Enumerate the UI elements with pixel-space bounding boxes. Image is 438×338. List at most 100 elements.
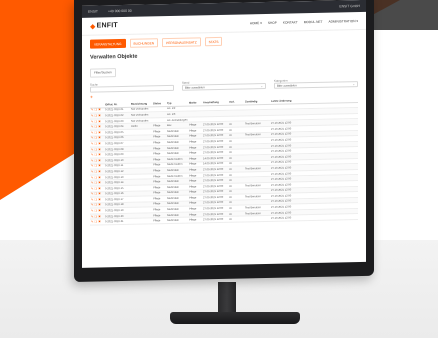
edit-icon[interactable]: ✎ xyxy=(91,109,94,112)
copy-icon[interactable]: ❐ xyxy=(95,181,98,184)
delete-icon[interactable]: ✖ xyxy=(98,215,101,218)
cell-anschaffung: 27.09.2021 12:00 xyxy=(203,212,224,216)
tab-stats[interactable]: STATS xyxy=(204,36,223,47)
col-header-marke[interactable]: Marke xyxy=(188,101,202,104)
edit-icon[interactable]: ✎ xyxy=(91,120,94,123)
edit-icon[interactable]: ✎ xyxy=(91,176,94,179)
nav-item-shop[interactable]: SHOP xyxy=(268,20,277,24)
edit-icon[interactable]: ✎ xyxy=(91,170,94,173)
delete-icon[interactable]: ✖ xyxy=(98,120,101,123)
logo[interactable]: ◆ ENFIT xyxy=(90,22,118,30)
delete-icon[interactable]: ✖ xyxy=(98,193,101,196)
col-header-zustaendig[interactable]: Zuständig xyxy=(244,100,270,104)
edit-icon[interactable]: ✎ xyxy=(91,154,94,157)
nav-item-kontakt[interactable]: KONTAKT xyxy=(283,20,298,24)
cell-status: Pflege xyxy=(153,202,161,206)
col-header-verf[interactable]: Verf. xyxy=(228,100,244,103)
row-actions: ✎ ❐ ✖ xyxy=(90,131,104,134)
cell-zustaendig: Test Benutzer xyxy=(245,194,261,199)
copy-icon[interactable]: ❐ xyxy=(95,109,98,112)
delete-icon[interactable]: ✖ xyxy=(98,187,101,190)
cell-verf: Ja xyxy=(229,122,232,126)
cell-id: 0-2021-0310-15 xyxy=(105,186,124,191)
copy-icon[interactable]: ❐ xyxy=(95,126,98,129)
cell-status: Pflege xyxy=(153,146,161,150)
copy-icon[interactable]: ❐ xyxy=(95,215,98,218)
cell-verf: Ja xyxy=(229,156,232,160)
delete-icon[interactable]: ✖ xyxy=(98,198,101,201)
copy-icon[interactable]: ❐ xyxy=(95,154,98,157)
delete-icon[interactable]: ✖ xyxy=(98,137,101,140)
copy-icon[interactable]: ❐ xyxy=(95,204,98,207)
cell-verf: Ja xyxy=(229,150,232,154)
edit-icon[interactable]: ✎ xyxy=(91,204,94,207)
edit-icon[interactable]: ✎ xyxy=(91,165,94,168)
copy-icon[interactable]: ❐ xyxy=(95,120,98,123)
cell-verf: Ja xyxy=(229,212,232,216)
edit-icon[interactable]: ✎ xyxy=(91,126,94,129)
col-header-letzte-aenderung[interactable]: Letzte Änderung xyxy=(270,99,294,103)
delete-icon[interactable]: ✖ xyxy=(98,159,101,162)
delete-icon[interactable]: ✖ xyxy=(98,209,101,212)
col-header-bezeichnung[interactable]: Bezeichnung xyxy=(130,102,152,105)
delete-icon[interactable]: ✖ xyxy=(98,176,101,179)
filter-search-button[interactable]: Filter/Suchen xyxy=(90,67,116,78)
edit-icon[interactable]: ✎ xyxy=(91,131,94,134)
copy-icon[interactable]: ❐ xyxy=(95,165,98,168)
edit-icon[interactable]: ✎ xyxy=(91,193,94,196)
copy-icon[interactable]: ❐ xyxy=(95,159,98,162)
copy-icon[interactable]: ❐ xyxy=(95,198,98,201)
col-header-typ[interactable]: Typ xyxy=(166,101,188,105)
edit-icon[interactable]: ✎ xyxy=(91,209,94,212)
delete-icon[interactable]: ✖ xyxy=(98,221,101,224)
edit-icon[interactable]: ✎ xyxy=(91,142,94,145)
edit-icon[interactable]: ✎ xyxy=(91,198,94,201)
edit-icon[interactable]: ✎ xyxy=(91,137,94,140)
delete-icon[interactable]: ✖ xyxy=(98,154,101,157)
copy-icon[interactable]: ❐ xyxy=(95,114,98,117)
copy-icon[interactable]: ❐ xyxy=(95,137,98,140)
copy-icon[interactable]: ❐ xyxy=(95,131,98,134)
delete-icon[interactable]: ✖ xyxy=(98,170,101,173)
copy-icon[interactable]: ❐ xyxy=(95,148,98,151)
col-header-anschaffung[interactable]: Anschaffung xyxy=(202,101,228,105)
cell-anschaffung: 27.09.2021 12:00 xyxy=(203,151,224,155)
edit-icon[interactable]: ✎ xyxy=(91,187,94,190)
copy-icon[interactable]: ❐ xyxy=(95,193,98,196)
nav-item-administration[interactable]: ADMINISTRATION ▾ xyxy=(328,19,358,24)
nav-item-modul[interactable]: MODUL.NET xyxy=(304,19,323,23)
delete-icon[interactable]: ✖ xyxy=(98,165,101,168)
cell-typ: Stuhl modern xyxy=(167,157,183,161)
copy-icon[interactable]: ❐ xyxy=(95,209,98,212)
edit-icon[interactable]: ✎ xyxy=(91,215,94,218)
cell-marke: Pflege xyxy=(189,173,197,178)
nav-item-home[interactable]: HOME ▾ xyxy=(250,21,262,25)
delete-icon[interactable]: ✖ xyxy=(98,126,101,129)
cell-id: 0-2021-0310-10 xyxy=(105,158,124,163)
delete-icon[interactable]: ✖ xyxy=(98,131,101,134)
edit-icon[interactable]: ✎ xyxy=(91,148,94,151)
copy-icon[interactable]: ❐ xyxy=(95,142,98,145)
edit-icon[interactable]: ✎ xyxy=(91,114,94,117)
edit-icon[interactable]: ✎ xyxy=(91,159,94,162)
copy-icon[interactable]: ❐ xyxy=(95,176,98,179)
delete-icon[interactable]: ✖ xyxy=(98,204,101,207)
copy-icon[interactable]: ❐ xyxy=(95,221,98,224)
delete-icon[interactable]: ✖ xyxy=(98,148,101,151)
edit-icon[interactable]: ✎ xyxy=(91,181,94,184)
tab-personaleinsatz[interactable]: PERSONALEINSATZ xyxy=(162,37,201,48)
delete-icon[interactable]: ✖ xyxy=(98,142,101,145)
delete-icon[interactable]: ✖ xyxy=(98,114,101,117)
col-header-id[interactable]: ID/Kat. Nr. xyxy=(104,103,130,107)
topbar-phone[interactable]: +49 000 000 00 xyxy=(108,9,132,13)
edit-icon[interactable]: ✎ xyxy=(91,221,94,224)
tab-buchungen[interactable]: BUCHUNGEN xyxy=(129,38,159,48)
tab-veranstaltung[interactable]: VERANSTALTUNG xyxy=(90,38,126,49)
delete-icon[interactable]: ✖ xyxy=(98,109,101,112)
delete-icon[interactable]: ✖ xyxy=(98,181,101,184)
cell-bezeichnung: Not Vorhanden xyxy=(131,113,149,117)
copy-icon[interactable]: ❐ xyxy=(95,187,98,190)
topbar-user[interactable]: ENSIT GmbH xyxy=(339,4,360,8)
copy-icon[interactable]: ❐ xyxy=(95,170,98,173)
col-header-status[interactable]: Status xyxy=(152,102,166,105)
